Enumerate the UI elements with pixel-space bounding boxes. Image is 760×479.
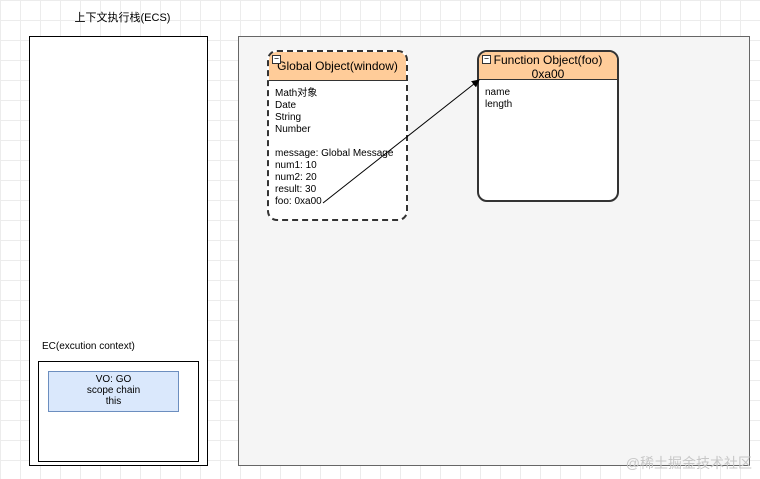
reference-arrow <box>322 79 480 204</box>
pointer-line <box>322 79 480 204</box>
watermark: @稀土掘金技术社区 <box>625 455 752 471</box>
